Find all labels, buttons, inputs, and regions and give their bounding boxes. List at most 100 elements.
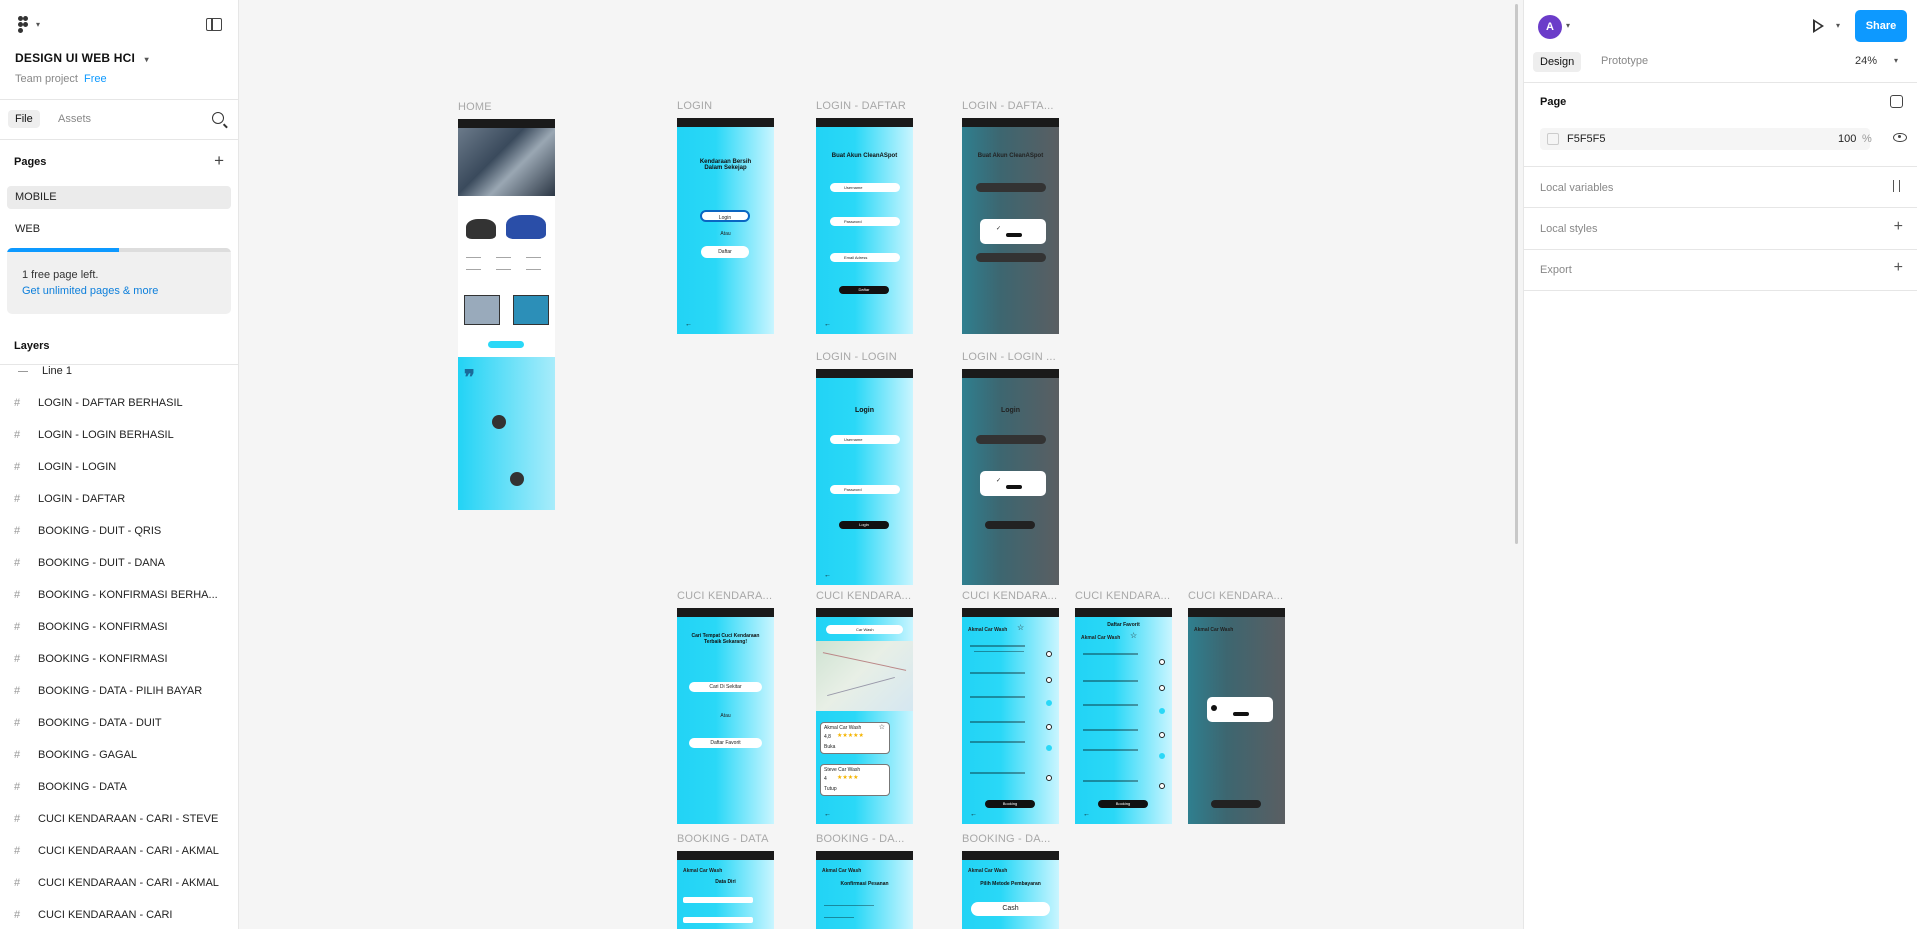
add-style-icon[interactable]: + [1894,218,1903,236]
layer-item[interactable]: # BOOKING - DUIT - QRIS [14,525,161,541]
frame-label-cuci-4[interactable]: CUCI KENDARA... [1075,590,1170,602]
frame-cuci-kendaraan[interactable]: Cari Tempat Cuci Kendaraan Terbaik Sekar… [677,608,774,824]
frame-cuci-kendaraan-cari[interactable]: Car Wash Akmal Car Wash ☆ 4,8 ★★★★★ Buka… [816,608,913,824]
frame-login-login-berhasil[interactable]: Login ✓ [962,369,1059,585]
layer-item[interactable]: # LOGIN - LOGIN [14,461,116,477]
canvas[interactable]: HOME ❞ LOGIN Kendaraan Bersih Dalam Seke… [240,0,1523,929]
layer-item[interactable]: # CUCI KENDARAAN - CARI [14,909,172,925]
layer-item[interactable]: # LOGIN - LOGIN BERHASIL [14,429,174,445]
layer-item[interactable]: # BOOKING - DATA - PILIH BAYAR [14,685,202,701]
chevron-down-icon[interactable]: ▾ [1836,21,1840,30]
tab-prototype[interactable]: Prototype [1601,55,1648,67]
layer-item[interactable]: # LOGIN - DAFTAR BERHASIL [14,397,183,413]
avatar [492,415,506,429]
search-icon[interactable] [212,112,224,124]
frame-label-login-daftar[interactable]: LOGIN - DAFTAR [816,100,906,112]
ok-button [1006,233,1022,237]
testimonial-section: ❞ [458,357,555,510]
frame-home[interactable]: ❞ [458,119,555,510]
frame-icon: # [14,461,21,473]
layer-item[interactable]: # BOOKING - DATA - DUIT [14,717,162,733]
frame-login-daftar-berhasil[interactable]: Buat Akun CleanASpot ✓ [962,118,1059,334]
layer-item[interactable]: # CUCI KENDARAAN - CARI - AKMAL [14,845,219,861]
frame-label-cuci-2[interactable]: CUCI KENDARA... [816,590,911,602]
file-header: ▾ DESIGN UI WEB HCI ▾ Team project Free [0,0,238,100]
add-page-icon[interactable]: + [214,151,224,171]
page-item-mobile[interactable]: MOBILE [7,186,231,209]
image-card [513,295,549,325]
frame-label-booking-da-2[interactable]: BOOKING - DA... [962,833,1051,845]
frame-label-login[interactable]: LOGIN [677,100,712,112]
layer-item[interactable]: # CUCI KENDARAAN - CARI - AKMAL [14,877,219,893]
frame-cuci-kendaraan-favorit[interactable]: Daftar Favorit Akmal Car Wash ☆ Booking … [1075,608,1172,824]
frame-label-cuci-1[interactable]: CUCI KENDARA... [677,590,772,602]
layer-label: BOOKING - DATA [38,781,127,793]
ok-button [1006,485,1022,489]
frame-login-login[interactable]: Login Username Password Login ← [816,369,913,585]
page-color-hex[interactable]: F5F5F5 [1567,133,1606,145]
variables-icon[interactable] [1891,180,1903,192]
features-grid [464,253,549,283]
tab-file[interactable]: File [8,110,40,128]
eye-icon[interactable] [1893,133,1907,142]
zoom-level[interactable]: 24% [1855,55,1877,67]
layer-item[interactable]: # BOOKING - KONFIRMASI [14,621,168,637]
cari-heading: Cari Tempat Cuci Kendaraan Terbaik Sekar… [691,633,760,645]
local-variables-label[interactable]: Local variables [1540,182,1613,194]
upgrade-link[interactable]: Get unlimited pages & more [22,285,158,297]
color-swatch[interactable] [1547,133,1559,145]
frame-booking-data[interactable]: Akmal Car Wash Data Diri [677,851,774,929]
project-title[interactable]: DESIGN UI WEB HCI ▾ [15,51,149,65]
frame-login-daftar[interactable]: Buat Akun CleanASpot Username Password E… [816,118,913,334]
layer-label: LOGIN - LOGIN [38,461,117,473]
figma-menu-icon[interactable] [15,16,31,34]
chevron-down-icon[interactable]: ▾ [145,55,149,64]
add-export-icon[interactable]: + [1894,259,1903,277]
frame-label-login-login-ok[interactable]: LOGIN - LOGIN ... [962,351,1056,363]
plan-badge[interactable]: Free [84,73,107,85]
layer-item[interactable]: # CUCI KENDARAAN - CARI - STEVE [14,813,218,829]
page-item-web[interactable]: WEB [7,218,231,241]
frame-booking-pilih-bayar[interactable]: Akmal Car Wash Pilih Metode Pembayaran C… [962,851,1059,929]
layer-label: CUCI KENDARAAN - CARI - AKMAL [38,845,219,857]
layer-item[interactable]: # BOOKING - DATA [14,781,127,797]
project-subtitle: Team project Free [15,73,107,85]
page-color-field[interactable]: F5F5F5 100 % [1540,128,1872,150]
layer-item[interactable]: # LOGIN - DAFTAR [14,493,125,509]
tab-assets[interactable]: Assets [58,113,91,125]
layer-item[interactable]: # BOOKING - GAGAL [14,749,137,765]
login-heading: Login [1000,407,1021,414]
frame-label-home[interactable]: HOME [458,101,492,113]
frame-label-login-login[interactable]: LOGIN - LOGIN [816,351,897,363]
frame-cuci-kendaraan-detail[interactable]: Akmal Car Wash ☆ Booking ← [962,608,1059,824]
frame-navbar [677,851,774,860]
page-limit-progress-fill [7,248,119,252]
frame-login[interactable]: Kendaraan Bersih Dalam Sekejap Login Ata… [677,118,774,334]
avatar[interactable]: A [1538,15,1562,39]
share-button[interactable]: Share [1855,10,1907,42]
layer-item[interactable]: Line 1 [14,365,72,381]
frame-label-booking-data[interactable]: BOOKING - DATA [677,833,769,845]
layer-item[interactable]: # BOOKING - DUIT - DANA [14,557,165,573]
layer-item[interactable]: # BOOKING - KONFIRMASI [14,653,168,669]
page-settings-icon[interactable] [1890,95,1903,108]
frame-label-cuci-5[interactable]: CUCI KENDARA... [1188,590,1283,602]
frame-cuci-kendaraan-booked[interactable]: Akmal Car Wash [1188,608,1285,824]
page-opacity[interactable]: 100 [1838,133,1856,145]
panel-toggle-icon[interactable] [206,18,222,31]
layer-label: BOOKING - DUIT - DANA [38,557,165,569]
frame-icon: # [14,909,21,921]
frame-booking-konfirmasi[interactable]: Akmal Car Wash Konfirmasi Pesanan [816,851,913,929]
frame-label-cuci-3[interactable]: CUCI KENDARA... [962,590,1057,602]
divider [1524,290,1917,291]
layer-label: LOGIN - LOGIN BERHASIL [38,429,174,441]
tab-design[interactable]: Design [1533,52,1582,72]
chevron-down-icon[interactable]: ▾ [1894,56,1898,65]
frame-label-booking-da-1[interactable]: BOOKING - DA... [816,833,905,845]
frame-label-login-daftar-ok[interactable]: LOGIN - DAFTA... [962,100,1054,112]
chevron-down-icon[interactable]: ▾ [36,20,40,29]
present-play-icon[interactable] [1813,19,1824,33]
chevron-down-icon[interactable]: ▾ [1566,21,1570,30]
canvas-scrollbar[interactable] [1515,4,1518,544]
layer-item[interactable]: # BOOKING - KONFIRMASI BERHA... [14,589,218,605]
